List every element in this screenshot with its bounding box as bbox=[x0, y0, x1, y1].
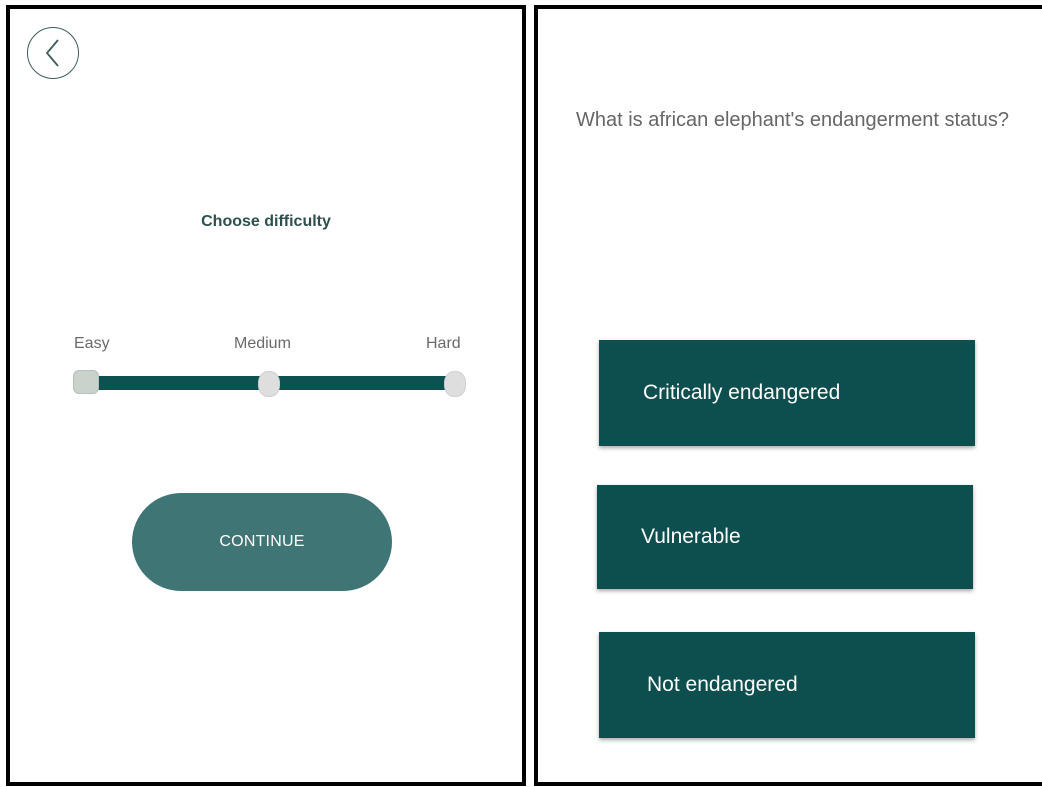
slider-stop-medium[interactable] bbox=[258, 371, 280, 397]
answer-option-vulnerable[interactable]: Vulnerable bbox=[597, 485, 973, 589]
back-button[interactable] bbox=[27, 27, 79, 79]
level-label-easy: Easy bbox=[74, 335, 110, 352]
quiz-screen: What is african elephant's endangerment … bbox=[534, 5, 1042, 786]
chevron-left-icon bbox=[45, 39, 59, 67]
page-title: Choose difficulty bbox=[201, 213, 331, 230]
level-label-medium: Medium bbox=[234, 335, 291, 352]
answer-option-not-endangered[interactable]: Not endangered bbox=[599, 632, 975, 738]
difficulty-screen: Choose difficulty Easy Medium Hard CONTI… bbox=[6, 5, 526, 786]
screens-canvas: Choose difficulty Easy Medium Hard CONTI… bbox=[0, 0, 1042, 787]
question-text: What is african elephant's endangerment … bbox=[576, 109, 1009, 131]
level-label-hard: Hard bbox=[426, 335, 461, 352]
answer-option-critically-endangered[interactable]: Critically endangered bbox=[599, 340, 975, 446]
slider-knob-easy[interactable] bbox=[73, 370, 99, 394]
slider-stop-hard[interactable] bbox=[444, 371, 466, 397]
continue-button[interactable]: CONTINUE bbox=[132, 493, 392, 591]
difficulty-slider[interactable] bbox=[72, 369, 466, 399]
